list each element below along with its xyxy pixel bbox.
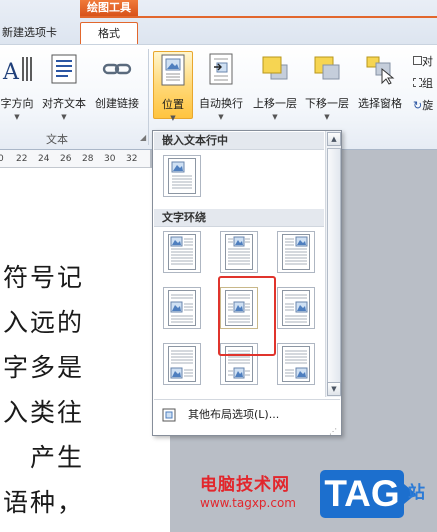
send-backward-label: 下移一层 bbox=[305, 97, 349, 110]
more-layout-options-item[interactable]: 其他布局选项(L)... bbox=[154, 399, 340, 429]
position-option-inline[interactable] bbox=[163, 155, 201, 197]
wrap-middle-right-icon bbox=[282, 290, 310, 326]
section-header-inline: 嵌入文本行中 bbox=[154, 132, 324, 150]
align-text-button[interactable]: 对齐文本 ▼ bbox=[40, 51, 88, 121]
bring-forward-icon bbox=[262, 56, 288, 80]
selection-pane-icon bbox=[366, 56, 395, 85]
send-backward-icon bbox=[314, 56, 340, 80]
group-button[interactable]: 组 bbox=[413, 75, 437, 93]
document-page[interactable]: 符号记 入远的 字多是 入类往 产生 语种， bbox=[0, 168, 170, 532]
position-button[interactable]: 位置 ▼ bbox=[153, 51, 193, 122]
document-text-line: 产生 bbox=[29, 443, 84, 472]
wrap-top-right-icon bbox=[282, 234, 310, 270]
chain-link-icon bbox=[102, 63, 132, 75]
more-layout-options-label: 其他布局选项(L)... bbox=[188, 408, 280, 421]
ruler-gap bbox=[342, 150, 437, 168]
group-separator bbox=[148, 49, 149, 145]
wrap-option-top-right[interactable] bbox=[277, 231, 315, 273]
watermark-url: www.tagxp.com bbox=[200, 496, 296, 510]
wrap-middle-left-icon bbox=[168, 290, 196, 326]
watermark-side-char: 站 bbox=[408, 483, 425, 503]
resize-grip-icon[interactable]: ⋰ bbox=[329, 427, 337, 436]
scroll-up-button[interactable]: ▲ bbox=[327, 132, 341, 146]
selection-pane-button[interactable]: 选择窗格 bbox=[354, 51, 406, 119]
section-header-wrap: 文字环绕 bbox=[154, 209, 324, 227]
chevron-down-icon: ▼ bbox=[170, 114, 176, 122]
wrap-option-bottom-right[interactable] bbox=[277, 343, 315, 385]
watermark-site-name: 电脑技术网 bbox=[200, 475, 290, 495]
wrap-top-center-icon bbox=[225, 234, 253, 270]
bring-forward-button[interactable]: 上移一层 ▼ bbox=[250, 51, 300, 121]
menu-scrollbar[interactable]: ▲ ▼ bbox=[325, 131, 341, 397]
layout-options-icon bbox=[162, 408, 176, 422]
document-text-line: 语种， bbox=[2, 488, 84, 517]
watermark-tag-logo: TAG bbox=[320, 470, 416, 518]
drawing-tools-context-title: 绘图工具 bbox=[80, 0, 138, 16]
create-link-button[interactable]: 创建链接 bbox=[92, 51, 142, 119]
horizontal-ruler: 0 22 24 26 28 30 32 bbox=[0, 150, 150, 168]
document-text-line: 入远的 bbox=[2, 308, 84, 337]
text-direction-icon: A bbox=[2, 57, 32, 85]
context-band bbox=[80, 16, 437, 18]
bring-forward-label: 上移一层 bbox=[253, 97, 297, 110]
dialog-launcher-icon[interactable]: ◢ bbox=[140, 133, 146, 142]
ruler-tick: 26 bbox=[60, 154, 72, 164]
wrap-option-middle-left[interactable] bbox=[163, 287, 201, 329]
ruler-tick: 22 bbox=[16, 154, 28, 164]
rotate-icon: ↻ bbox=[413, 99, 423, 112]
document-text-line: 符号记 bbox=[2, 263, 84, 292]
align-label: 对 bbox=[422, 55, 433, 68]
send-backward-button[interactable]: 下移一层 ▼ bbox=[302, 51, 352, 121]
wrap-bottom-right-icon bbox=[282, 346, 310, 382]
wrap-option-bottom-left[interactable] bbox=[163, 343, 201, 385]
chevron-down-icon: ▼ bbox=[61, 113, 67, 121]
group-label: 组 bbox=[422, 77, 433, 90]
align-icon bbox=[413, 56, 422, 65]
rotate-button[interactable]: ↻旋 bbox=[413, 97, 437, 115]
ruler-tick: 28 bbox=[82, 154, 94, 164]
ruler-tick: 32 bbox=[126, 154, 138, 164]
rotate-label: 旋 bbox=[422, 99, 434, 112]
scroll-down-button[interactable]: ▼ bbox=[327, 382, 341, 396]
chevron-up-icon: ▲ bbox=[331, 135, 337, 143]
tab-new[interactable]: 新建选项卡 bbox=[0, 22, 70, 44]
group-icon bbox=[413, 78, 422, 87]
ruler-tick: 0 bbox=[0, 154, 4, 164]
align-text-icon bbox=[51, 54, 77, 84]
wrap-option-top-center[interactable] bbox=[220, 231, 258, 273]
selection-pane-label: 选择窗格 bbox=[358, 97, 402, 110]
wrap-option-middle-right[interactable] bbox=[277, 287, 315, 329]
document-text-line: 入类往 bbox=[2, 398, 84, 427]
create-link-label: 创建链接 bbox=[95, 97, 139, 110]
text-direction-label: 字方向 bbox=[0, 97, 34, 110]
align-text-label: 对齐文本 bbox=[42, 97, 86, 110]
scroll-thumb[interactable] bbox=[327, 148, 341, 386]
align-button[interactable]: 对 bbox=[413, 53, 437, 71]
wrap-bottom-left-icon bbox=[168, 346, 196, 382]
ruler-tick: 30 bbox=[104, 154, 116, 164]
text-direction-button[interactable]: A 字方向 ▼ bbox=[0, 51, 38, 121]
position-label: 位置 bbox=[162, 98, 184, 111]
ruler-tick: 24 bbox=[38, 154, 50, 164]
ribbon-tab-bar: 绘图工具 新建选项卡 格式 bbox=[0, 0, 437, 44]
wrap-text-label: 自动换行 bbox=[199, 97, 243, 110]
chevron-down-icon: ▼ bbox=[324, 113, 330, 121]
position-icon bbox=[161, 54, 185, 86]
chevron-down-icon: ▼ bbox=[331, 385, 337, 393]
wrap-option-top-left[interactable] bbox=[163, 231, 201, 273]
highlight-callout-box bbox=[218, 276, 276, 356]
chevron-down-icon: ▼ bbox=[272, 113, 278, 121]
chevron-down-icon: ▼ bbox=[14, 113, 20, 121]
inline-position-icon bbox=[168, 158, 196, 194]
svg-text:A: A bbox=[2, 60, 20, 85]
wrap-text-icon bbox=[209, 53, 233, 85]
group-label-text: 文本 bbox=[46, 133, 68, 146]
wrap-text-button[interactable]: 自动换行 ▼ bbox=[196, 51, 246, 121]
document-text-line: 字多是 bbox=[2, 353, 84, 382]
wrap-top-left-icon bbox=[168, 234, 196, 270]
tab-format[interactable]: 格式 bbox=[80, 22, 138, 44]
chevron-down-icon: ▼ bbox=[218, 113, 224, 121]
